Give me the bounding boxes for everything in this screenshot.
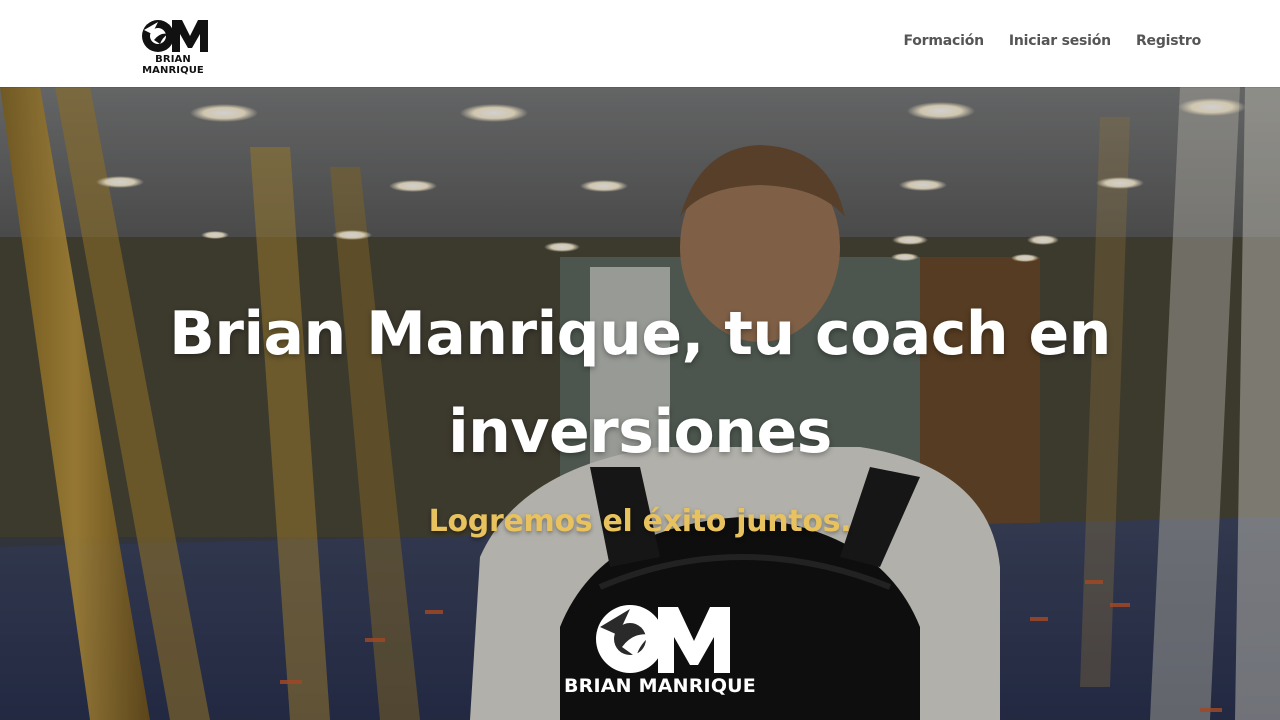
main-nav: Formación Iniciar sesión Registro <box>903 33 1201 49</box>
nav-item-registro[interactable]: Registro <box>1136 33 1201 49</box>
site-logo[interactable]: BRIAN MANRIQUE <box>124 16 222 76</box>
nav-item-formacion[interactable]: Formación <box>903 33 984 49</box>
om-monogram-icon <box>142 20 208 52</box>
hero-logo-text: BRIAN MANRIQUE <box>564 675 756 697</box>
hero-logo: BRIAN MANRIQUE <box>560 599 760 703</box>
site-header: BRIAN MANRIQUE Formación Iniciar sesión … <box>0 0 1280 87</box>
hero-subtitle: Logremos el éxito juntos. <box>428 504 852 539</box>
om-monogram-icon <box>596 605 730 673</box>
hero-title: Brian Manrique, tu coach en inversiones <box>169 299 1111 467</box>
nav-item-iniciar-sesion[interactable]: Iniciar sesión <box>1009 33 1111 49</box>
hero-section: Brian Manrique, tu coach en inversiones … <box>0 87 1280 720</box>
logo-text: BRIAN MANRIQUE <box>142 54 204 76</box>
